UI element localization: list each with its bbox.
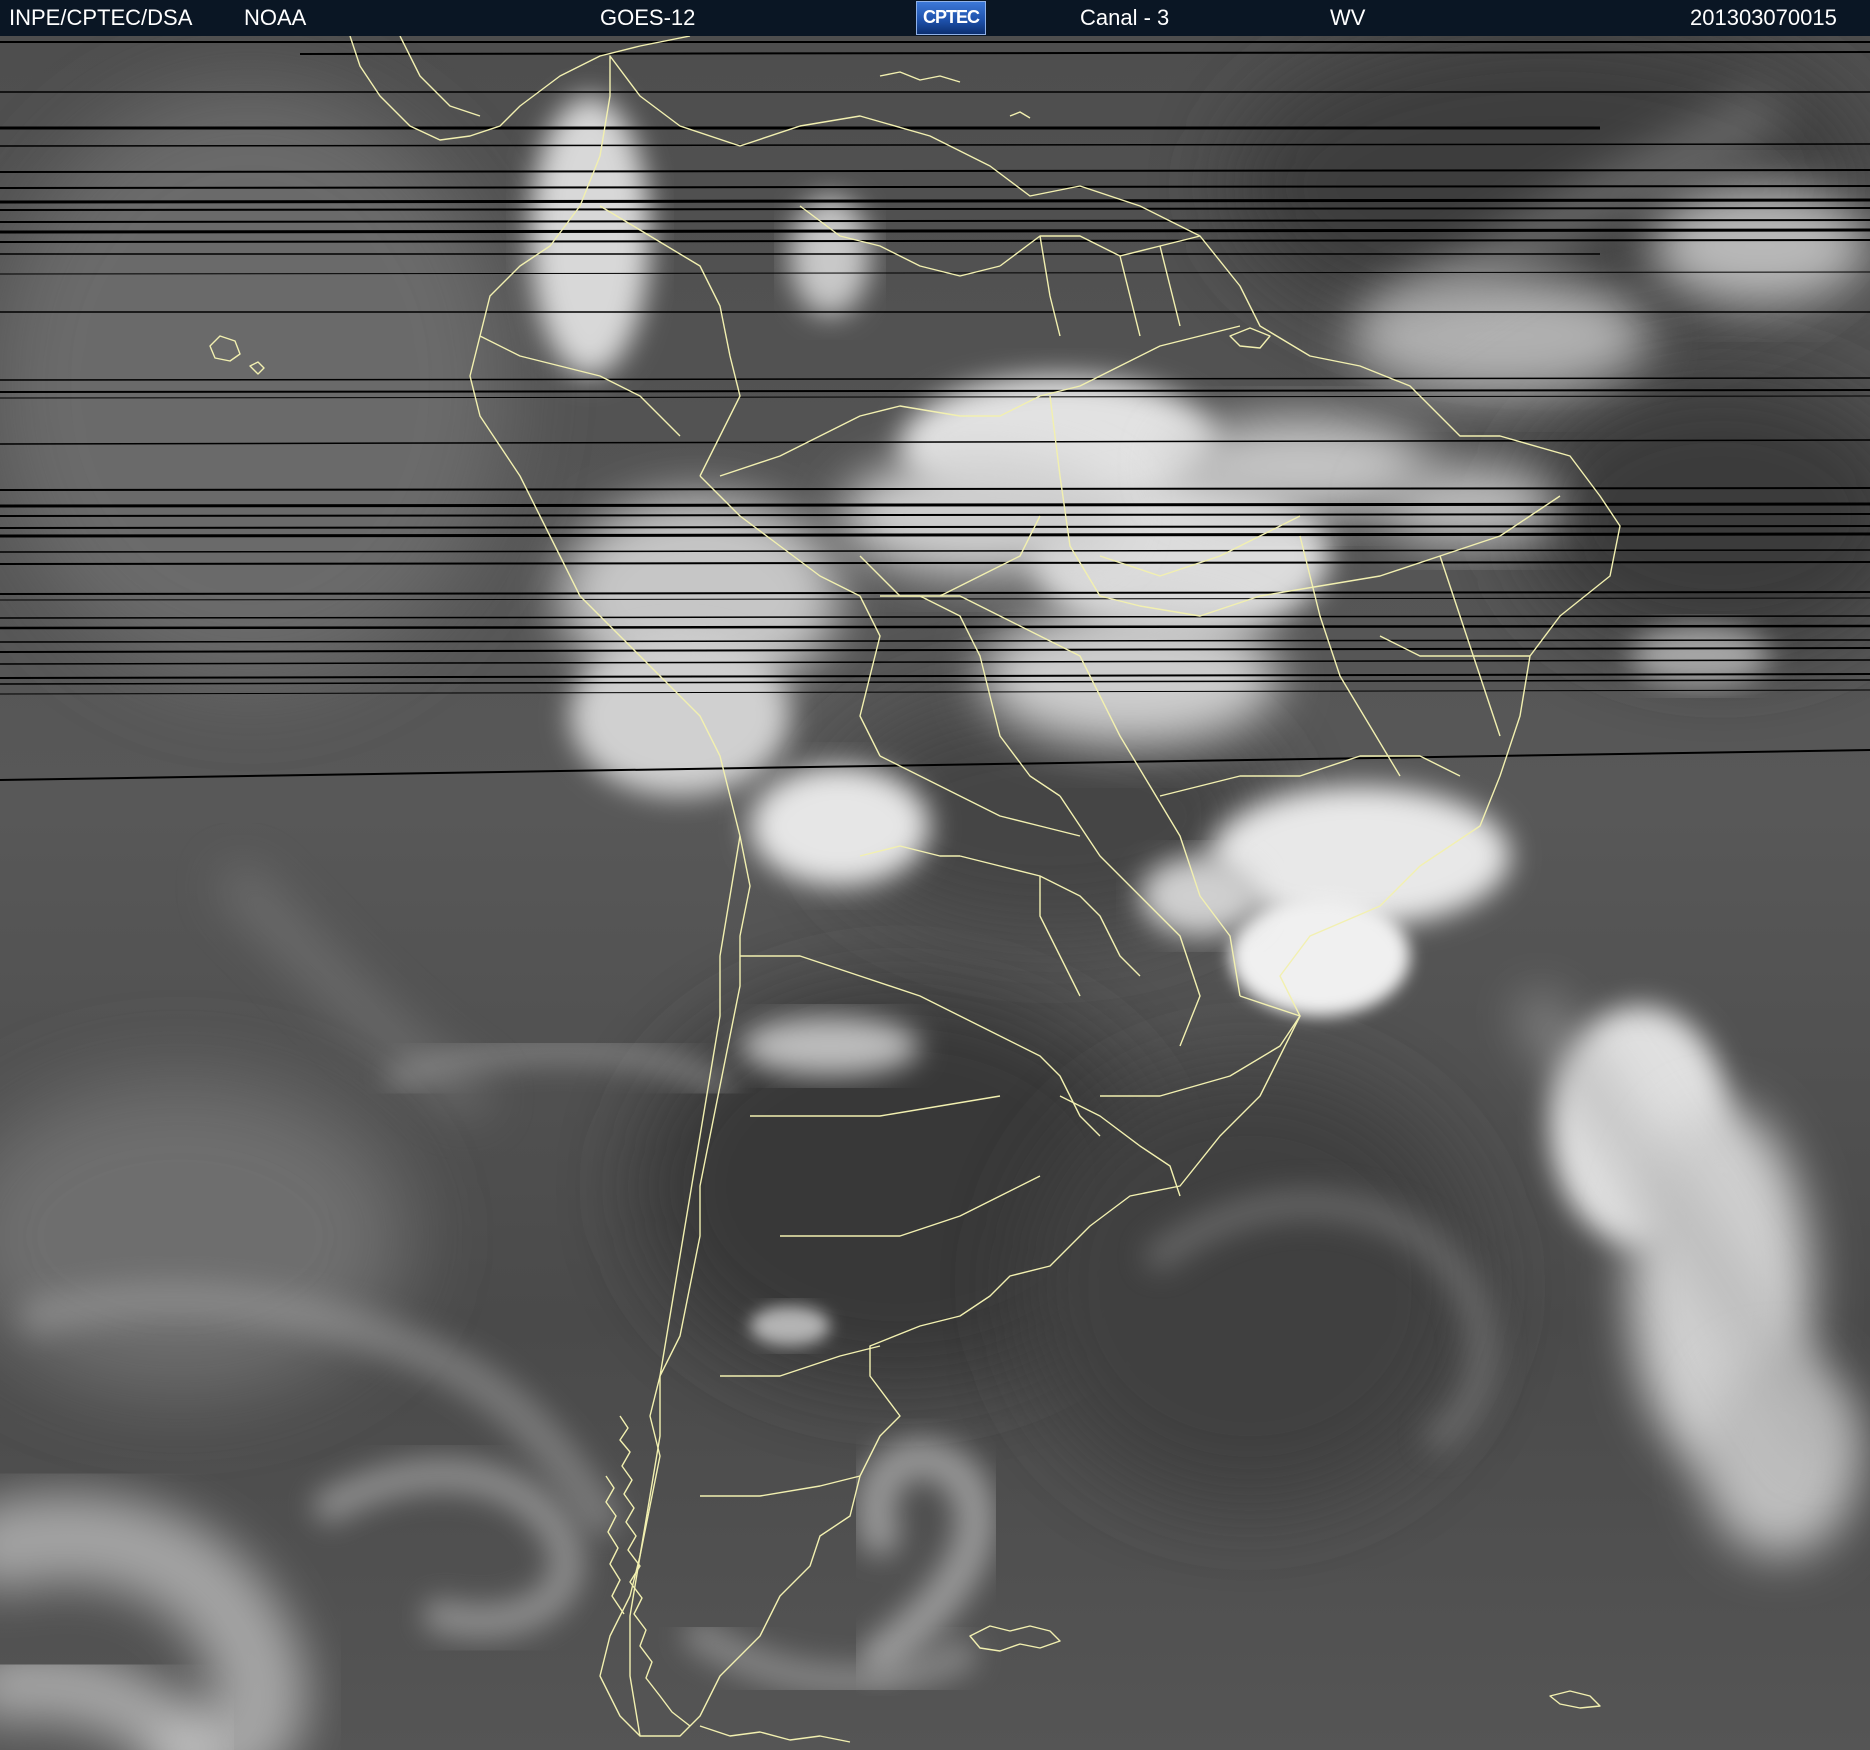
cptec-logo: CPTEC	[916, 1, 986, 35]
band-label: WV	[1330, 5, 1366, 30]
satellite-label: GOES-12	[600, 5, 696, 30]
agency-label: NOAA	[244, 5, 307, 30]
timestamp-label: 201303070015	[1690, 5, 1837, 30]
institution-label: INPE/CPTEC/DSA	[9, 5, 193, 30]
satellite-image	[0, 36, 1870, 1750]
channel-label: Canal - 3	[1080, 5, 1170, 30]
header-bar: INPE/CPTEC/DSA NOAA GOES-12 CPTEC Canal …	[0, 0, 1870, 36]
satellite-image-svg	[0, 36, 1870, 1750]
logo-text: CPTEC	[922, 7, 980, 27]
